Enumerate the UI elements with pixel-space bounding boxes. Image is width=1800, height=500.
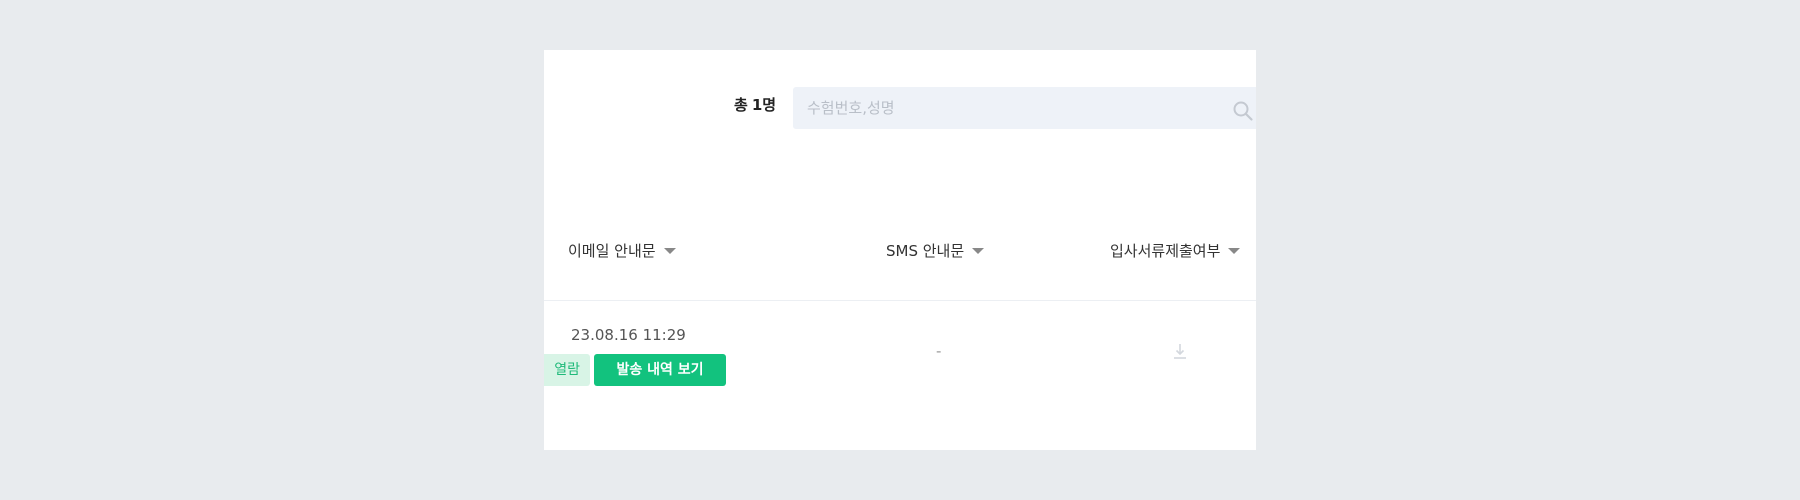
- download-icon[interactable]: [1172, 342, 1188, 360]
- header-divider: [544, 300, 1256, 301]
- column-header-email-notice-label: 이메일 안내문: [568, 242, 656, 260]
- column-header-sms-notice-label: SMS 안내문: [886, 242, 965, 260]
- column-header-email-notice[interactable]: 이메일 안내문: [568, 242, 676, 260]
- caret-down-icon: [1228, 248, 1241, 254]
- view-send-history-button[interactable]: 발송 내역 보기: [594, 354, 726, 386]
- column-header-sms-notice[interactable]: SMS 안내문: [886, 242, 985, 260]
- caret-down-icon: [663, 248, 676, 254]
- column-header-document-submission[interactable]: 입사서류제출여부: [1110, 242, 1241, 260]
- total-count-value: 1명: [751, 96, 777, 114]
- sms-notice-value: -: [936, 342, 942, 360]
- email-read-status-badge: 열람: [544, 354, 590, 386]
- total-count-prefix: 총: [734, 96, 748, 114]
- search-input[interactable]: [807, 87, 1187, 129]
- email-sent-datetime: 23.08.16 11:29: [571, 326, 686, 344]
- column-header-document-submission-label: 입사서류제출여부: [1110, 242, 1221, 260]
- caret-down-icon: [972, 248, 985, 254]
- search-box: [793, 87, 1256, 129]
- search-icon[interactable]: [1232, 100, 1254, 122]
- applicant-list-panel: 총1명 이메일 안내문 SMS 안내문 입사서류제출여부 23.08.16 11…: [544, 50, 1256, 450]
- total-count: 총 1명: [734, 96, 776, 114]
